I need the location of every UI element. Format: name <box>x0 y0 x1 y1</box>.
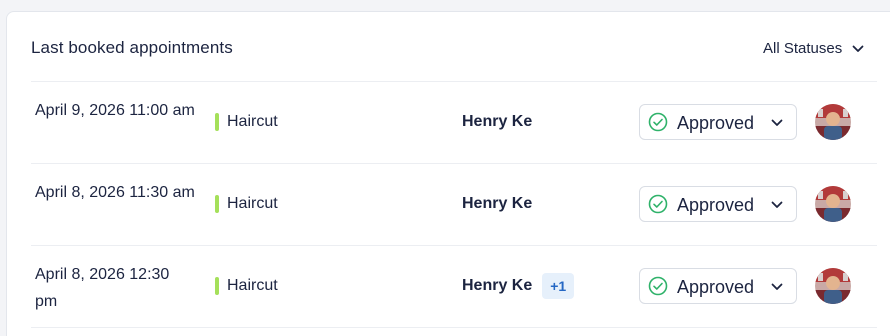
appointment-row[interactable]: April 8, 2026 12:30 pm Haircut Henry Ke … <box>7 246 890 328</box>
chevron-down-icon <box>771 201 783 208</box>
service-color-bar <box>215 277 219 295</box>
status-select[interactable]: Approved <box>639 268 797 304</box>
card-title: Last booked appointments <box>31 38 233 57</box>
status-filter-label: All Statuses <box>763 39 843 57</box>
service-color-bar <box>215 113 219 131</box>
appointment-date: April 8, 2026 12:30 pm <box>35 266 170 310</box>
appointment-row[interactable]: April 8, 2026 11:30 am Haircut Henry Ke … <box>7 164 890 246</box>
customer-cell: Henry Ke <box>462 194 532 214</box>
status-label: Approved <box>677 113 755 133</box>
service-name: Haircut <box>227 195 278 212</box>
chevron-down-icon <box>852 45 864 52</box>
customer-cell: Henry Ke +1 <box>462 273 575 299</box>
service-cell: Haircut <box>215 276 278 296</box>
appointment-date: April 8, 2026 11:30 am <box>35 184 195 201</box>
appointment-date: April 9, 2026 11:00 am <box>35 102 195 119</box>
chevron-down-icon <box>771 119 783 126</box>
chevron-down-icon <box>771 283 783 290</box>
staff-avatar[interactable] <box>815 186 851 222</box>
status-label: Approved <box>677 277 755 297</box>
service-cell: Haircut <box>215 194 278 214</box>
status-filter-dropdown[interactable]: All Statuses <box>763 38 864 58</box>
check-circle-icon <box>648 194 668 214</box>
appointment-row[interactable]: April 9, 2026 11:00 am Haircut Henry Ke … <box>7 82 890 164</box>
card-header: Last booked appointments All Statuses <box>7 12 890 82</box>
staff-avatar[interactable] <box>815 268 851 304</box>
customer-cell: Henry Ke <box>462 112 532 132</box>
divider <box>31 327 877 328</box>
status-select[interactable]: Approved <box>639 104 797 140</box>
staff-avatar[interactable] <box>815 104 851 140</box>
appointments-card: Last booked appointments All Statuses Ap… <box>6 11 890 336</box>
check-circle-icon <box>648 112 668 132</box>
service-name: Haircut <box>227 277 278 294</box>
customer-name: Henry Ke <box>462 277 533 294</box>
service-color-bar <box>215 195 219 213</box>
service-name: Haircut <box>227 113 278 130</box>
customer-name: Henry Ke <box>462 113 533 130</box>
service-cell: Haircut <box>215 112 278 132</box>
status-select[interactable]: Approved <box>639 186 797 222</box>
status-label: Approved <box>677 195 755 215</box>
additional-customers-badge[interactable]: +1 <box>542 273 575 299</box>
customer-name: Henry Ke <box>462 195 533 212</box>
check-circle-icon <box>648 276 668 296</box>
